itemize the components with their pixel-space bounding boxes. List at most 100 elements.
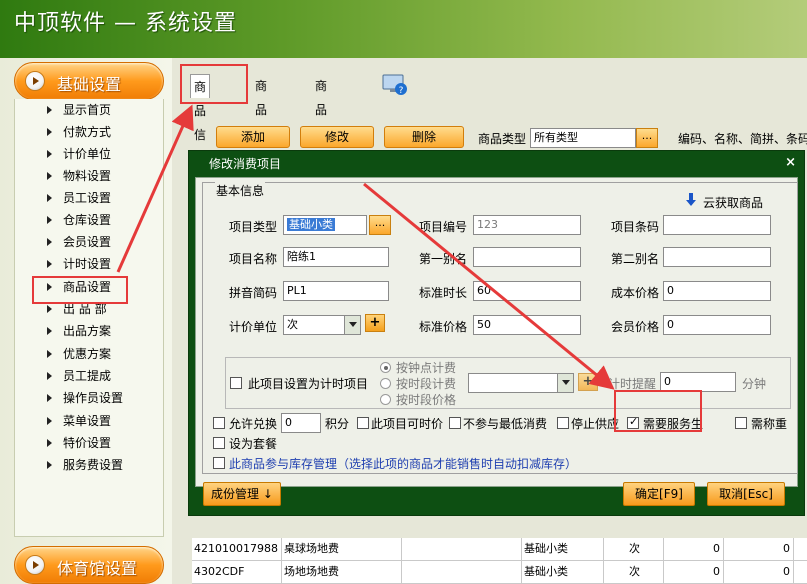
- std-price-input[interactable]: 50: [473, 315, 581, 335]
- cell-value: 0: [664, 538, 724, 561]
- edit-button[interactable]: 修改: [300, 126, 374, 148]
- stop-supply-checkbox[interactable]: [557, 417, 569, 429]
- std-price-label: 标准价格: [419, 320, 468, 334]
- sidebar-item-service-fee[interactable]: 服务费设置: [15, 454, 165, 476]
- table-row[interactable]: 4302CDF 场地场地费 基础小类 次 0 0: [192, 561, 807, 584]
- sidebar-item-unit[interactable]: 计价单位: [15, 143, 165, 165]
- product-table: 421010017988 桌球场地费 基础小类 次 0 0 4302CDF 场地…: [192, 538, 807, 584]
- triangle-icon: [47, 260, 52, 268]
- sidebar-item-output-plan[interactable]: 出品方案: [15, 320, 165, 342]
- triangle-icon: [47, 417, 52, 425]
- tab-product-category[interactable]: 商品大类: [252, 74, 270, 165]
- inventory-checkbox[interactable]: [213, 457, 225, 469]
- item-type-label: 项目类型: [229, 220, 278, 234]
- sidebar-item-operator[interactable]: 操作员设置: [15, 387, 165, 409]
- sidebar-item-staff[interactable]: 员工设置: [15, 187, 165, 209]
- item-type-input[interactable]: 基础小类: [283, 215, 367, 235]
- section-basic-settings-button[interactable]: 基础设置: [14, 62, 164, 100]
- add-button[interactable]: 添加: [216, 126, 290, 148]
- cell-value: 0: [724, 561, 794, 584]
- sidebar-item-commission[interactable]: 员工提成: [15, 365, 165, 387]
- section-label: 体育馆设置: [57, 559, 138, 578]
- unit-value: 次: [287, 318, 298, 331]
- sidebar-item-label: 员工设置: [63, 191, 112, 205]
- cost-price-input[interactable]: 0: [663, 281, 771, 301]
- item-name-label: 项目名称: [229, 252, 278, 266]
- allow-exchange-checkbox[interactable]: [213, 417, 225, 429]
- need-weigh-checkbox[interactable]: [735, 417, 747, 429]
- radio-by-period[interactable]: [380, 378, 391, 389]
- help-monitor-icon[interactable]: ?: [382, 74, 408, 96]
- timer-project-checkbox[interactable]: [230, 377, 242, 389]
- triangle-icon: [47, 238, 52, 246]
- triangle-icon: [47, 172, 52, 180]
- reminder-input[interactable]: 0: [660, 372, 736, 392]
- set-combo-checkbox[interactable]: [213, 437, 225, 449]
- sidebar-item-discount[interactable]: 优惠方案: [15, 343, 165, 365]
- item-name-input[interactable]: 陪练1: [283, 247, 389, 267]
- cell-value: 0: [664, 561, 724, 584]
- table-row[interactable]: 421010017988 桌球场地费 基础小类 次 0 0: [192, 538, 807, 561]
- time-price-checkbox[interactable]: [357, 417, 369, 429]
- cell-empty: [402, 538, 522, 561]
- radio-by-period-price[interactable]: [380, 394, 391, 405]
- item-no-input[interactable]: 123: [473, 215, 581, 235]
- alias2-input[interactable]: [663, 247, 771, 267]
- cell-value: 0: [724, 538, 794, 561]
- member-price-input[interactable]: 0: [663, 315, 771, 335]
- edit-item-dialog: 修改消费项目 × 基本信息 云获取商品 项目类型 基础小类 ... 项目编号 1…: [188, 150, 805, 516]
- period-select[interactable]: [468, 373, 574, 393]
- section-gym-settings-button[interactable]: 体育馆设置: [14, 546, 164, 584]
- sidebar-item-menu[interactable]: 菜单设置: [15, 410, 165, 432]
- sidebar-item-label: 服务费设置: [63, 458, 124, 472]
- item-type-browse-button[interactable]: ...: [369, 215, 391, 235]
- sidebar-item-home[interactable]: 显示首页: [15, 99, 165, 121]
- sidebar-item-material[interactable]: 物料设置: [15, 165, 165, 187]
- triangle-icon: [47, 327, 52, 335]
- delete-button[interactable]: 删除: [384, 126, 464, 148]
- cell-name: 桌球场地费: [282, 538, 402, 561]
- pinyin-input[interactable]: PL1: [283, 281, 389, 301]
- triangle-icon: [47, 216, 52, 224]
- sidebar-item-label: 员工提成: [63, 369, 112, 383]
- category-input[interactable]: 所有类型: [530, 128, 636, 148]
- svg-text:?: ?: [399, 86, 404, 96]
- radio-by-period-price-label: 按时段价格: [396, 393, 457, 407]
- sidebar-item-label: 仓库设置: [63, 213, 112, 227]
- highlight-checkbox-box: [614, 390, 702, 432]
- cloud-fetch-link[interactable]: 云获取商品: [703, 194, 763, 211]
- no-min-spend-checkbox[interactable]: [449, 417, 461, 429]
- download-arrow-icon: [686, 193, 696, 206]
- radio-by-hour[interactable]: [380, 362, 391, 373]
- radio-by-hour-label: 按钟点计费: [396, 361, 457, 375]
- ingredients-button[interactable]: 成份管理 ↓: [203, 482, 281, 506]
- barcode-label: 项目条码: [611, 220, 660, 234]
- unit-select[interactable]: 次: [283, 315, 361, 335]
- sidebar-item-payment[interactable]: 付款方式: [15, 121, 165, 143]
- group-title: 基本信息: [215, 182, 266, 199]
- add-period-button[interactable]: +: [578, 373, 598, 391]
- cost-price-label: 成本价格: [611, 286, 660, 300]
- inventory-label: 此商品参与库存管理（选择此项的商品才能销售时自动扣减库存）: [229, 457, 578, 471]
- sidebar-item-warehouse[interactable]: 仓库设置: [15, 209, 165, 231]
- unit-label: 计价单位: [229, 320, 278, 334]
- barcode-input[interactable]: [663, 215, 771, 235]
- add-unit-button[interactable]: +: [365, 314, 385, 332]
- alias1-input[interactable]: [473, 247, 581, 267]
- section-label: 基础设置: [57, 75, 122, 94]
- sidebar-item-member[interactable]: 会员设置: [15, 231, 165, 253]
- cell-unit: 次: [604, 561, 664, 584]
- window-title: 中顶软件 — 系统设置: [14, 11, 237, 36]
- cancel-button[interactable]: 取消[Esc]: [707, 482, 785, 506]
- triangle-icon: [47, 150, 52, 158]
- confirm-button[interactable]: 确定[F9]: [623, 482, 695, 506]
- tab-product-subcategory[interactable]: 商品小类: [312, 74, 330, 165]
- sidebar-item-special-price[interactable]: 特价设置: [15, 432, 165, 454]
- sidebar-item-timing[interactable]: 计时设置: [15, 253, 165, 275]
- exchange-points-input[interactable]: 0: [281, 413, 321, 433]
- close-icon[interactable]: ×: [785, 155, 796, 170]
- highlight-menu-box: [32, 276, 128, 304]
- chevron-down-icon: [557, 374, 573, 392]
- category-browse-button[interactable]: ...: [636, 128, 658, 148]
- std-duration-input[interactable]: 60: [473, 281, 581, 301]
